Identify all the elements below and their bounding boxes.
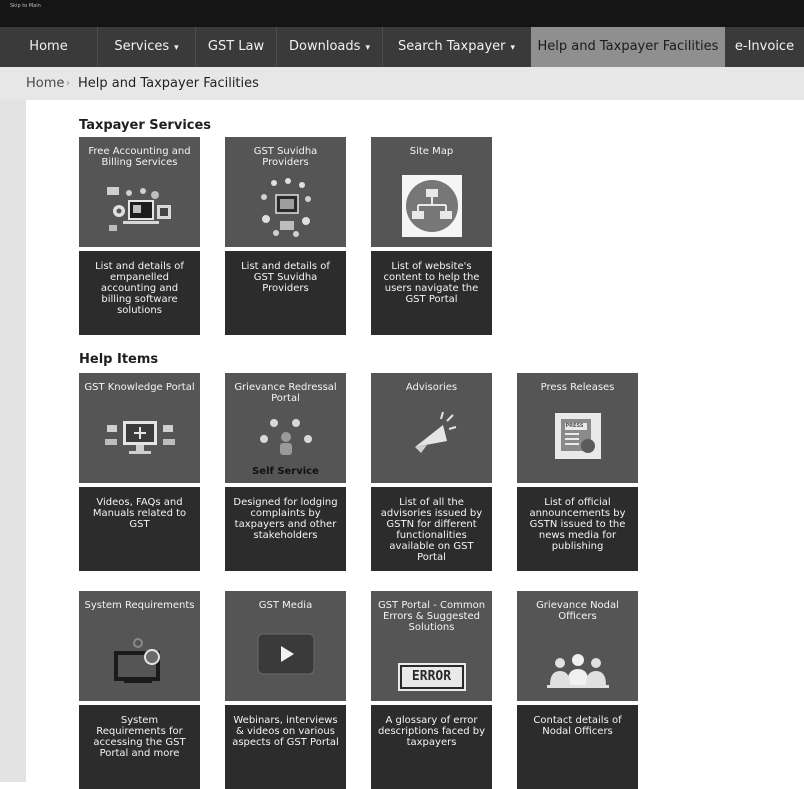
tile-title: Advisories: [405, 382, 458, 393]
chevron-down-icon: ▾: [510, 43, 516, 53]
officers-group-icon: [545, 651, 611, 691]
nav-e-invoice[interactable]: e-Invoice: [725, 27, 804, 67]
tile-site-map[interactable]: Site Map: [371, 137, 492, 247]
chevron-down-icon: ▾: [174, 43, 179, 53]
tile-title: Free Accounting and Billing Services: [88, 146, 191, 168]
tile-description: Videos, FAQs and Manuals related to GST: [79, 487, 200, 571]
tile-description: List of website's content to help the us…: [371, 251, 492, 335]
nav-gst-law[interactable]: GST Law: [196, 27, 276, 67]
tile-description: Designed for lodging complaints by taxpa…: [225, 487, 346, 571]
tile-gst-knowledge-portal[interactable]: GST Knowledge Portal: [79, 373, 200, 483]
system-monitor-icon: [110, 635, 170, 687]
tile-description: Contact details of Nodal Officers: [517, 705, 638, 789]
tile-title: System Requirements: [84, 600, 195, 611]
megaphone-icon: [407, 411, 457, 461]
nav-help-taxpayer-facilities[interactable]: Help and Taxpayer Facilities: [531, 27, 725, 67]
grievance-people-icon: [256, 415, 316, 459]
self-service-badge: Self Service: [252, 466, 319, 477]
tile-title: Press Releases: [540, 382, 615, 393]
tile-system-requirements[interactable]: System Requirements: [79, 591, 200, 701]
breadcrumb: Home › Help and Taxpayer Facilities: [0, 67, 804, 100]
knowledge-monitor-icon: [103, 415, 177, 463]
tile-gst-suvidha-providers[interactable]: GST Suvidha Providers: [225, 137, 346, 247]
press-icon: PRESS: [554, 413, 601, 459]
tile-title: GST Portal - Common Errors & Suggested S…: [377, 600, 486, 633]
nav-search-taxpayer[interactable]: Search Taxpayer ▾: [383, 27, 530, 67]
accounting-devices-icon: [105, 183, 175, 235]
page-left-margin: [0, 100, 26, 782]
tile-grievance-nodal-officers[interactable]: Grievance Nodal Officers: [517, 591, 638, 701]
tile-press-releases[interactable]: Press Releases PRESS: [517, 373, 638, 483]
main-navigation: Home Services ▾ GST Law Downloads ▾ Search…: [0, 27, 804, 67]
breadcrumb-separator-icon: ›: [66, 78, 70, 89]
tile-gst-media[interactable]: GST Media: [225, 591, 346, 701]
tile-title: Site Map: [409, 146, 454, 157]
play-button-icon: [257, 633, 315, 675]
skip-link[interactable]: Skip to Main: [10, 3, 41, 9]
tile-description: List of official announcements by GSTN i…: [517, 487, 638, 571]
tile-free-accounting[interactable]: Free Accounting and Billing Services: [79, 137, 200, 247]
tile-grievance-redressal-portal[interactable]: Grievance Redressal Portal Self Service: [225, 373, 346, 483]
tile-description: System Requirements for accessing the GS…: [79, 705, 200, 789]
breadcrumb-current: Help and Taxpayer Facilities: [78, 76, 259, 91]
tile-description: A glossary of error descriptions faced b…: [371, 705, 492, 789]
error-sign-icon: ERROR: [397, 663, 466, 691]
press-icon-text: PRESS: [565, 423, 584, 429]
tile-description: List and details of GST Suvidha Provider…: [225, 251, 346, 335]
tile-title: Grievance Nodal Officers: [536, 600, 619, 622]
breadcrumb-home-link[interactable]: Home: [26, 67, 64, 100]
section-title-help-items: Help Items: [79, 352, 159, 367]
tile-common-errors[interactable]: GST Portal - Common Errors & Suggested S…: [371, 591, 492, 701]
tile-title: GST Media: [258, 600, 313, 611]
nav-home[interactable]: Home: [0, 27, 97, 67]
tile-description: List of all the advisories issued by GST…: [371, 487, 492, 571]
nav-downloads[interactable]: Downloads ▾: [277, 27, 382, 67]
section-title-taxpayer-services: Taxpayer Services: [79, 118, 212, 133]
tile-title: Grievance Redressal Portal: [234, 382, 337, 404]
tile-advisories[interactable]: Advisories: [371, 373, 492, 483]
chevron-down-icon: ▾: [365, 43, 370, 53]
tile-description: List and details of empanelled accountin…: [79, 251, 200, 335]
suvidha-network-icon: [256, 177, 316, 239]
sitemap-icon: [401, 175, 462, 237]
tile-title: GST Suvidha Providers: [253, 146, 318, 168]
tile-title: GST Knowledge Portal: [84, 382, 195, 393]
nav-services[interactable]: Services ▾: [98, 27, 195, 67]
tile-description: Webinars, interviews & videos on various…: [225, 705, 346, 789]
top-utility-bar: Skip to Main: [0, 0, 804, 27]
